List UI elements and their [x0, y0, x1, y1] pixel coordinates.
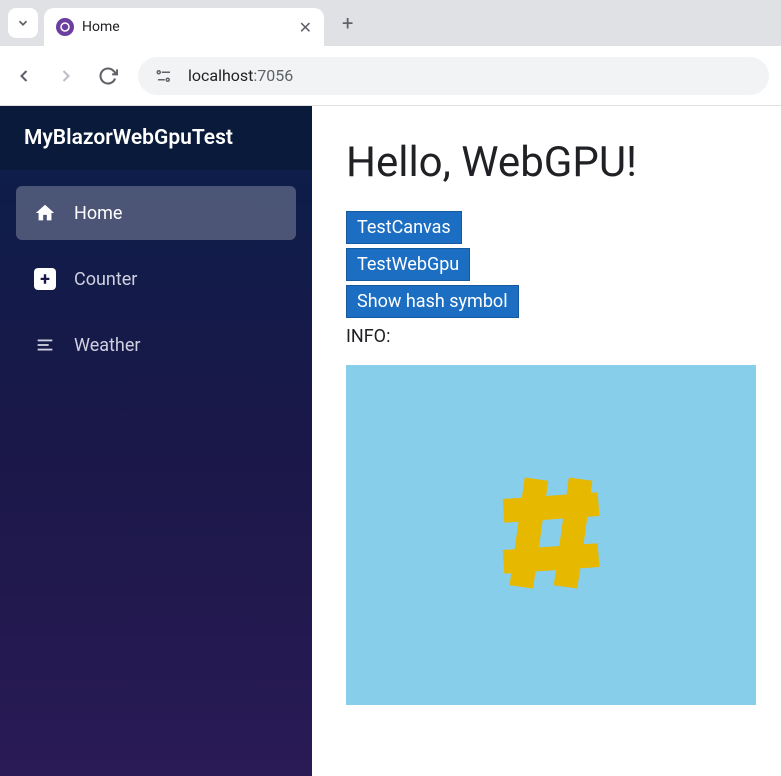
sidebar-item-label: Counter	[74, 269, 137, 290]
url-port: :7056	[253, 66, 293, 85]
main-content: Hello, WebGPU! TestCanvas TestWebGpu Sho…	[312, 106, 781, 776]
back-button[interactable]	[12, 64, 36, 88]
list-icon	[34, 334, 56, 356]
sidebar-item-weather[interactable]: Weather	[16, 318, 296, 372]
test-canvas-button[interactable]: TestCanvas	[346, 211, 462, 244]
canvas-output	[346, 365, 756, 705]
browser-chrome: Home ✕ + localhost:7056	[0, 0, 781, 106]
forward-button[interactable]	[54, 64, 78, 88]
site-settings-icon[interactable]	[152, 64, 176, 88]
url-text: localhost:7056	[188, 66, 293, 85]
nav-bar: localhost:7056	[0, 46, 781, 106]
browser-tab[interactable]: Home ✕	[44, 8, 324, 46]
hash-icon	[466, 448, 636, 622]
tab-title: Home	[82, 19, 291, 35]
tab-search-button[interactable]	[8, 8, 38, 38]
show-hash-button[interactable]: Show hash symbol	[346, 285, 519, 318]
reload-button[interactable]	[96, 64, 120, 88]
favicon-icon	[56, 18, 74, 36]
button-group: TestCanvas TestWebGpu Show hash symbol	[346, 211, 747, 318]
home-icon	[34, 202, 56, 224]
app: MyBlazorWebGpuTest Home + Counter Weathe…	[0, 106, 781, 776]
close-icon[interactable]: ✕	[299, 18, 312, 37]
info-label: INFO:	[346, 326, 747, 347]
sidebar-item-counter[interactable]: + Counter	[16, 252, 296, 306]
app-title: MyBlazorWebGpuTest	[24, 126, 288, 150]
new-tab-button[interactable]: +	[342, 11, 353, 35]
sidebar-nav: Home + Counter Weather	[0, 170, 312, 388]
sidebar-item-label: Weather	[74, 335, 140, 356]
sidebar-item-label: Home	[74, 203, 122, 224]
test-webgpu-button[interactable]: TestWebGpu	[346, 248, 470, 281]
url-host: localhost	[188, 66, 253, 85]
page-title: Hello, WebGPU!	[346, 138, 747, 187]
plus-icon: +	[34, 268, 56, 290]
url-bar[interactable]: localhost:7056	[138, 57, 769, 95]
sidebar-item-home[interactable]: Home	[16, 186, 296, 240]
tab-strip: Home ✕ +	[0, 0, 781, 46]
sidebar-header: MyBlazorWebGpuTest	[0, 106, 312, 170]
sidebar: MyBlazorWebGpuTest Home + Counter Weathe…	[0, 106, 312, 776]
